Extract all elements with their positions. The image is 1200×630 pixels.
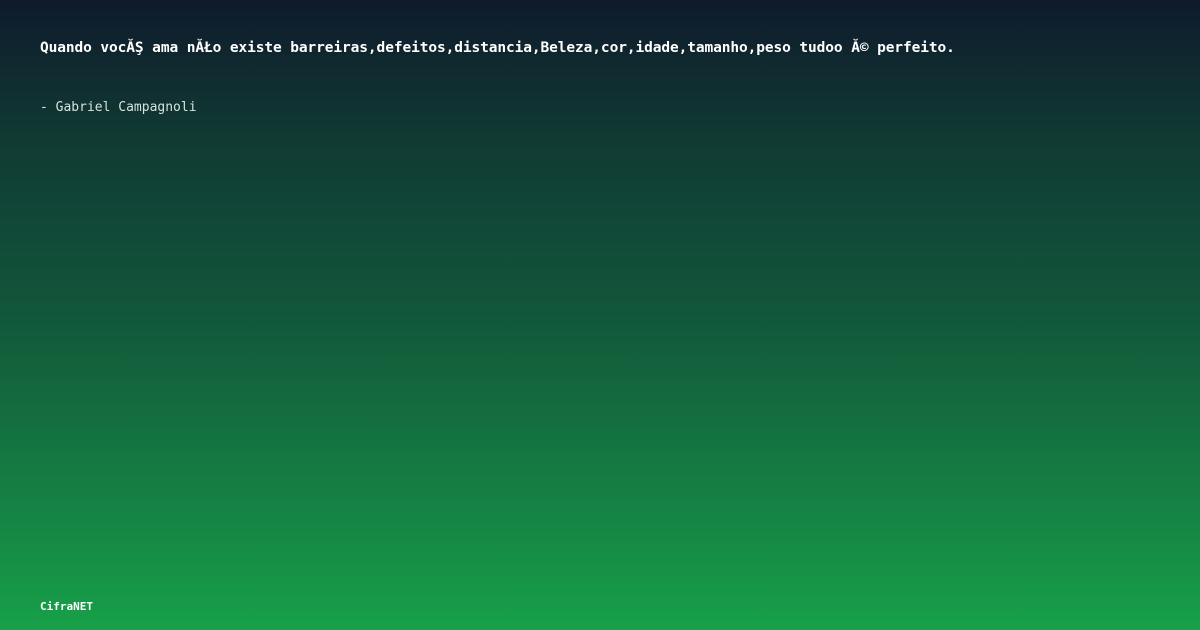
brand-logo-text: CifraNET bbox=[40, 600, 93, 613]
quote-text: Quando vocĂŞ ama nĂŁo existe barreiras,d… bbox=[40, 40, 955, 56]
quote-card: Quando vocĂŞ ama nĂŁo existe barreiras,d… bbox=[0, 0, 1200, 630]
quote-author: - Gabriel Campagnoli bbox=[40, 100, 197, 115]
